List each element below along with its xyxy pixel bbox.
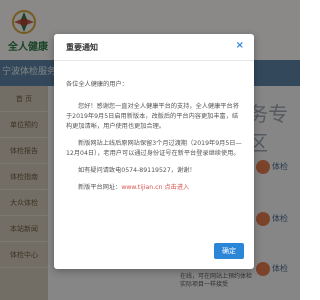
notice-paragraph: 您好！感谢您一直对全人健康平台的支持，全人健康平台将于2019年9月5日启用新版… xyxy=(66,103,239,130)
confirm-button[interactable]: 确定 xyxy=(214,243,244,259)
greeting-text: 各位全人健康的用户： xyxy=(66,81,128,88)
site-paragraph: 新版平台网址：www.tijian.cn 点击进入 xyxy=(66,183,242,193)
site-link[interactable]: www.tijian.cn xyxy=(121,184,162,191)
modal-divider xyxy=(54,60,254,61)
modal-title: 重要通知 xyxy=(66,43,98,52)
enter-link[interactable]: 点击进入 xyxy=(162,184,189,191)
close-icon[interactable]: × xyxy=(236,40,244,51)
notice-paragraph: 如有疑问请致电0574-89119527，谢谢！ xyxy=(78,167,196,174)
notice-paragraph: 新版网站上线后原网站保留3个月过渡期（2019年9月5日—12月04日），老用户… xyxy=(66,140,242,157)
site-prefix: 新版平台网址： xyxy=(78,184,122,191)
modal-body: 各位全人健康的用户： 您好！感谢您一直对全人健康平台的支持，全人健康平台将于20… xyxy=(66,80,242,200)
notice-modal: 重要通知 × 各位全人健康的用户： 您好！感谢您一直对全人健康平台的支持，全人健… xyxy=(54,34,254,269)
